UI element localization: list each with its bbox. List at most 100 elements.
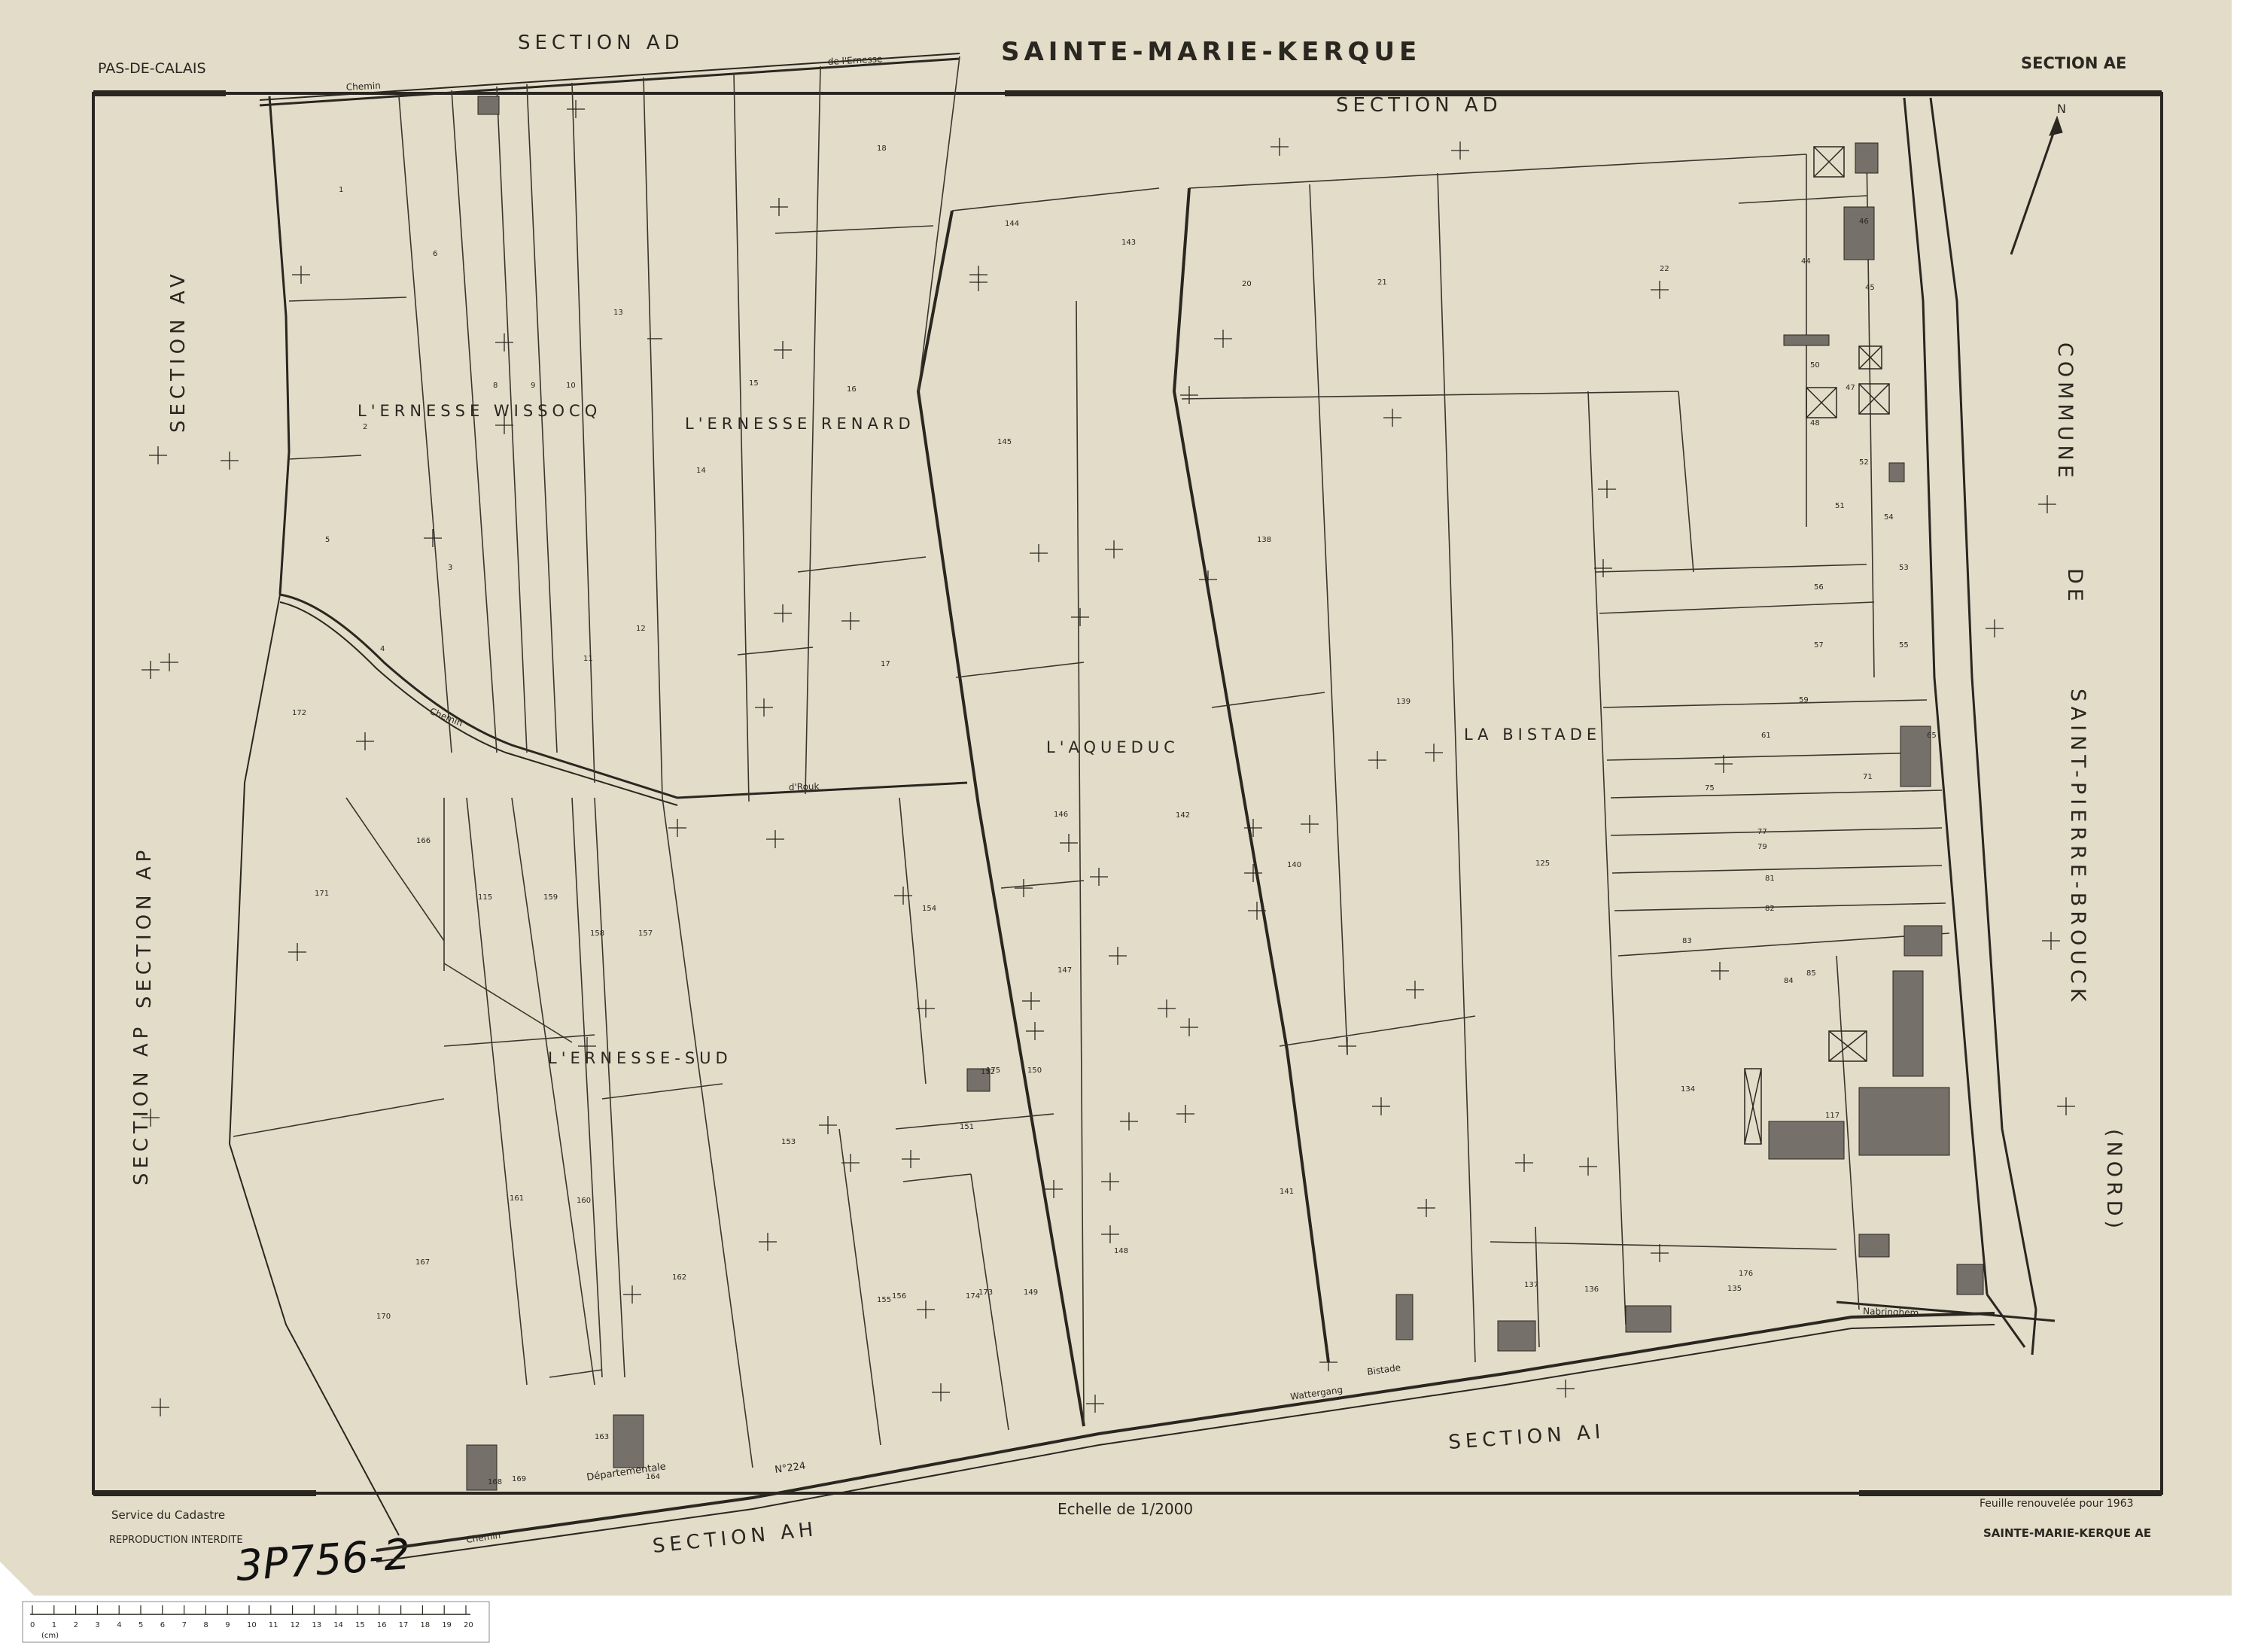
parcel-number: 57 [1814,641,1824,650]
parcel-number: 161 [510,1194,524,1203]
building [1858,1234,1890,1258]
section-av: SECTION AV [167,269,190,433]
parcel-number: 13 [613,309,623,317]
parcel-number: 156 [892,1292,906,1301]
parcel-number: 164 [646,1473,660,1481]
parcel-number: 137 [1524,1281,1538,1289]
parcel-number: 11 [583,655,593,663]
parcel-number: 172 [292,709,306,717]
parcel-number: 148 [1114,1247,1128,1255]
ruler-tick-label: 2 [74,1621,78,1629]
ruler-tick-label: 11 [269,1621,278,1629]
parcel-number: 146 [1054,811,1068,819]
parcel-number: 173 [978,1288,993,1297]
department-label: PAS-DE-CALAIS [98,60,206,77]
parcel-number: 153 [781,1138,796,1146]
ruler-tick-label: 16 [377,1621,387,1629]
parcel-number: 15 [749,379,759,388]
parcel-number: 10 [566,382,576,390]
parcel-number: 145 [997,438,1012,446]
de-word: DE [2063,568,2086,606]
cadastral-map-sheet: PAS-DE-CALAIS SAINTE-MARIE-KERQUE SECTIO… [0,0,2232,1643]
ruler-tick-label: 1 [52,1621,56,1629]
locality-ernesse-sud: L'ERNESSE-SUD [548,1049,732,1067]
parcel-number: 20 [1242,280,1252,288]
ruler-tick-label: 20 [464,1621,473,1629]
locality-ernesse-renard: L'ERNESSE RENARD [685,415,915,433]
parcel-number: 17 [881,660,890,668]
parcel-number: 125 [1535,859,1550,868]
parcel-number: 175 [986,1066,1000,1075]
parcel-number: 154 [922,905,936,913]
parcel-number: 150 [1027,1066,1042,1075]
service-cadastre: Service du Cadastre [111,1508,225,1522]
parcel-number: 3 [448,564,452,572]
parcel-number: 18 [877,145,887,153]
road-chemin-top: Chemin [345,81,381,93]
ruler-tick-label: 9 [225,1621,230,1629]
commune-title: SAINTE-MARIE-KERQUE [1001,37,1421,67]
parcel-number: 115 [478,893,492,902]
parcel-number: 50 [1810,361,1820,370]
locality-la-bistade: LA BISTADE [1464,726,1601,744]
parcel-number: 48 [1810,419,1820,427]
reproduction-notice: REPRODUCTION INTERDITE [109,1535,243,1546]
parcel-number: 135 [1727,1285,1742,1293]
building [1783,334,1830,346]
parcel-number: 151 [960,1123,974,1131]
parcel-number: 56 [1814,583,1824,592]
building [1900,726,1931,787]
parcel-number: 160 [577,1197,591,1205]
parcel-number: 143 [1121,239,1136,247]
parcel-number: 170 [376,1313,391,1321]
ruler-tick-label: 17 [399,1621,409,1629]
parcel-number: 141 [1280,1188,1294,1196]
ruler-tick-label: 6 [160,1621,165,1629]
parcel-number: 138 [1257,536,1271,544]
ruler-tick-label: 13 [312,1621,321,1629]
parcel-number: 168 [488,1478,502,1486]
parcel-number: 51 [1835,502,1845,510]
parcel-number: 1 [339,186,343,194]
parcel-number: 142 [1176,811,1190,820]
ruler-tick-label: 19 [442,1621,452,1629]
section-label: SECTION AE [2021,54,2126,72]
parcel-number: 158 [590,929,604,938]
ruler-tick-label: 14 [333,1621,343,1629]
saint-pierre-brouck: SAINT-PIERRE-BROUCK [2066,689,2089,1006]
parcel-number: 163 [595,1433,609,1441]
ruler-tick-label: 12 [291,1621,300,1629]
parcel-number: 79 [1757,843,1767,851]
parcel-number: 171 [315,890,329,898]
parcel-number: 159 [543,893,558,902]
building [1892,970,1924,1077]
parcel-number: 47 [1846,384,1855,392]
parcel-number: 45 [1865,284,1875,292]
parcel-number: 65 [1927,732,1937,740]
renewal-label: Feuille renouvelée pour 1963 [1980,1498,2134,1510]
parcel-number: 55 [1899,641,1909,650]
parcel-number: 54 [1884,513,1894,522]
ruler-tick-label: 18 [420,1621,430,1629]
north-letter: N [2057,102,2066,116]
scale-ruler: 0 1 2 3 4 5 6 7 8 9 10 11 12 13 14 15 16 17 18 19 20 (cm) [22,1601,490,1643]
parcel-number: 139 [1396,698,1410,706]
building [1497,1320,1536,1352]
building [1888,462,1905,482]
parcel-number: 8 [493,382,498,390]
scale-label: Echelle de 1/2000 [1057,1500,1193,1518]
road-nabringhem: Nabringhem [1863,1306,1919,1319]
building [613,1414,644,1468]
parcel-number: 46 [1859,218,1869,226]
ruler-tick-label: 4 [117,1621,121,1629]
parcel-number: 174 [966,1292,980,1301]
parcel-number: 157 [638,929,653,938]
parcel-number: 14 [696,467,706,475]
section-ap-lower: SECTION AP [130,1023,153,1185]
section-ad-inner: SECTION AD [1336,94,1502,117]
building [477,96,500,115]
nord-label: (NORD) [2102,1129,2126,1233]
parcel-number: 22 [1660,265,1669,273]
paper-sheet [0,0,2232,1596]
parcel-number: 176 [1739,1270,1753,1278]
